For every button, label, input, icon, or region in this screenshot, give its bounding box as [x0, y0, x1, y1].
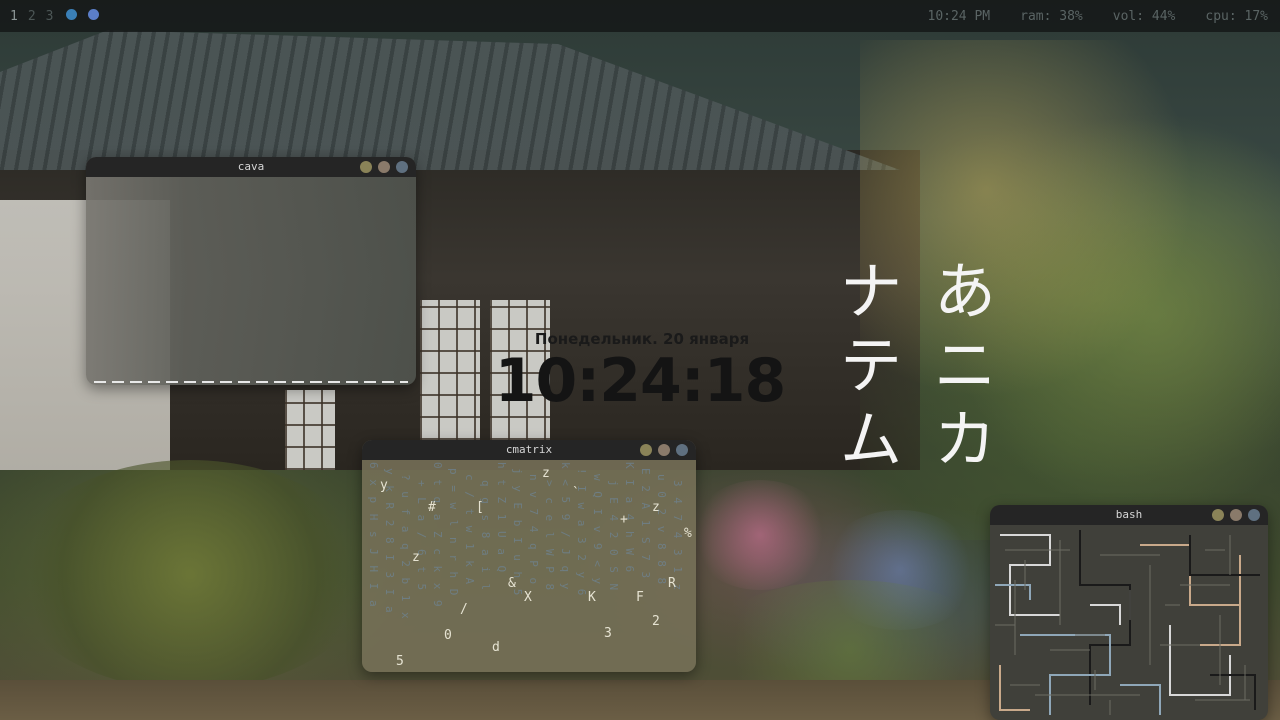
desktop-clock: 10:24:18 — [494, 346, 786, 416]
ram-status: ram: 38% — [1020, 8, 1083, 24]
discord-icon[interactable] — [88, 8, 100, 20]
wallpaper-roof — [0, 30, 900, 170]
matrix-char: K — [588, 590, 596, 605]
kana-char: ナ — [839, 255, 902, 328]
matrix-char: d — [492, 640, 500, 655]
matrix-column: j E 4 2 0 S N — [607, 480, 620, 593]
matrix-column: k < 5 9 / J q y — [559, 462, 572, 592]
wallpaper-bush — [10, 460, 370, 690]
matrix-char: 5 — [396, 654, 404, 669]
wallpaper-shoji — [285, 390, 335, 470]
kana-char: カ — [933, 403, 996, 476]
matrix-char: z — [412, 550, 420, 565]
kana-char: テ — [839, 329, 902, 402]
bash-titlebar[interactable]: bash — [990, 505, 1268, 525]
matrix-char: + — [620, 512, 628, 527]
desktop: 1 2 3 10:24 PM ram: 38% vol: 44% cpu: 17… — [0, 0, 1280, 720]
steam-icon[interactable] — [66, 8, 78, 20]
cmatrix-titlebar[interactable]: cmatrix — [362, 440, 696, 460]
cmatrix-window[interactable]: cmatrix 6 x p H s J H I ay k R 2 8 I 3 I… — [362, 440, 696, 672]
matrix-char: R — [668, 576, 676, 591]
wallpaper-shoji — [420, 300, 480, 440]
matrix-column: u 0 2 v 8 8 8 — [655, 474, 668, 587]
matrix-column: h t Z 1 U a Q — [495, 462, 508, 575]
window-title: cmatrix — [505, 443, 553, 456]
cpu-status: cpu: 17% — [1205, 8, 1268, 24]
matrix-column: n v 7 4 q P o — [527, 474, 540, 587]
minimize-button[interactable] — [1212, 509, 1224, 521]
minimize-button[interactable] — [360, 161, 372, 173]
maximize-button[interactable] — [378, 161, 390, 173]
kana-char: ム — [839, 403, 902, 476]
cava-visualizer-baseline — [94, 381, 408, 383]
matrix-column: + L a / 6 t 5 — [415, 480, 428, 593]
matrix-char: ` — [572, 486, 580, 501]
maximize-button[interactable] — [658, 444, 670, 456]
matrix-char: & — [508, 576, 516, 591]
matrix-column: q g s 8 a i l — [479, 480, 492, 593]
matrix-char: y — [380, 478, 388, 493]
kana-column-left: ナ テ ム — [836, 255, 906, 477]
workspace-1[interactable]: 1 — [0, 9, 18, 24]
matrix-column: > c e l W P 8 — [543, 480, 556, 593]
minimize-button[interactable] — [640, 444, 652, 456]
matrix-char: z — [652, 500, 660, 515]
bash-window[interactable]: bash — [990, 505, 1268, 720]
close-button[interactable] — [1248, 509, 1260, 521]
matrix-column: 0 t q a Z c k x 9 — [431, 462, 444, 609]
clock-status: 10:24 PM — [927, 8, 991, 24]
matrix-char: 0 — [444, 628, 452, 643]
top-bar: 1 2 3 10:24 PM ram: 38% vol: 44% cpu: 17… — [0, 0, 1280, 32]
window-title: cava — [237, 160, 265, 173]
kana-char: ニ — [933, 329, 996, 402]
pipes-screensaver — [995, 530, 1260, 715]
kana-column-right: あ ニ カ — [930, 255, 1000, 477]
matrix-char: 2 — [652, 614, 660, 629]
matrix-column: E 2 A 1 S 7 3 — [639, 468, 652, 581]
matrix-char: z — [542, 466, 550, 481]
matrix-column: c / t w 1 k A — [463, 474, 476, 587]
kana-char: あ — [933, 255, 996, 328]
tray — [63, 8, 100, 24]
matrix-char: / — [460, 602, 468, 617]
matrix-char: X — [524, 590, 532, 605]
cava-window[interactable]: cava — [86, 157, 416, 385]
matrix-column: ? u f a q 2 b 1 x — [399, 474, 412, 621]
matrix-column: 6 x p H s J H I a — [367, 462, 380, 609]
workspace-3[interactable]: 3 — [36, 9, 54, 24]
close-button[interactable] — [676, 444, 688, 456]
maximize-button[interactable] — [1230, 509, 1242, 521]
matrix-char: # — [428, 500, 436, 515]
wallpaper-flowers — [690, 480, 830, 590]
matrix-char: [ — [476, 500, 484, 515]
matrix-column: p = w l n r h D — [447, 468, 460, 598]
wallpaper-tree — [860, 40, 1280, 540]
workspace-2[interactable]: 2 — [18, 9, 36, 24]
matrix-char: F — [636, 590, 644, 605]
matrix-char: % — [684, 526, 692, 541]
close-button[interactable] — [396, 161, 408, 173]
cava-titlebar[interactable]: cava — [86, 157, 416, 177]
volume-status[interactable]: vol: 44% — [1113, 9, 1176, 24]
matrix-column: w Q I v 9 < y — [591, 474, 604, 587]
window-title: bash — [1115, 508, 1143, 521]
matrix-char: 3 — [604, 626, 612, 641]
status-area: 10:24 PM ram: 38% vol: 44% cpu: 17% — [928, 0, 1269, 32]
